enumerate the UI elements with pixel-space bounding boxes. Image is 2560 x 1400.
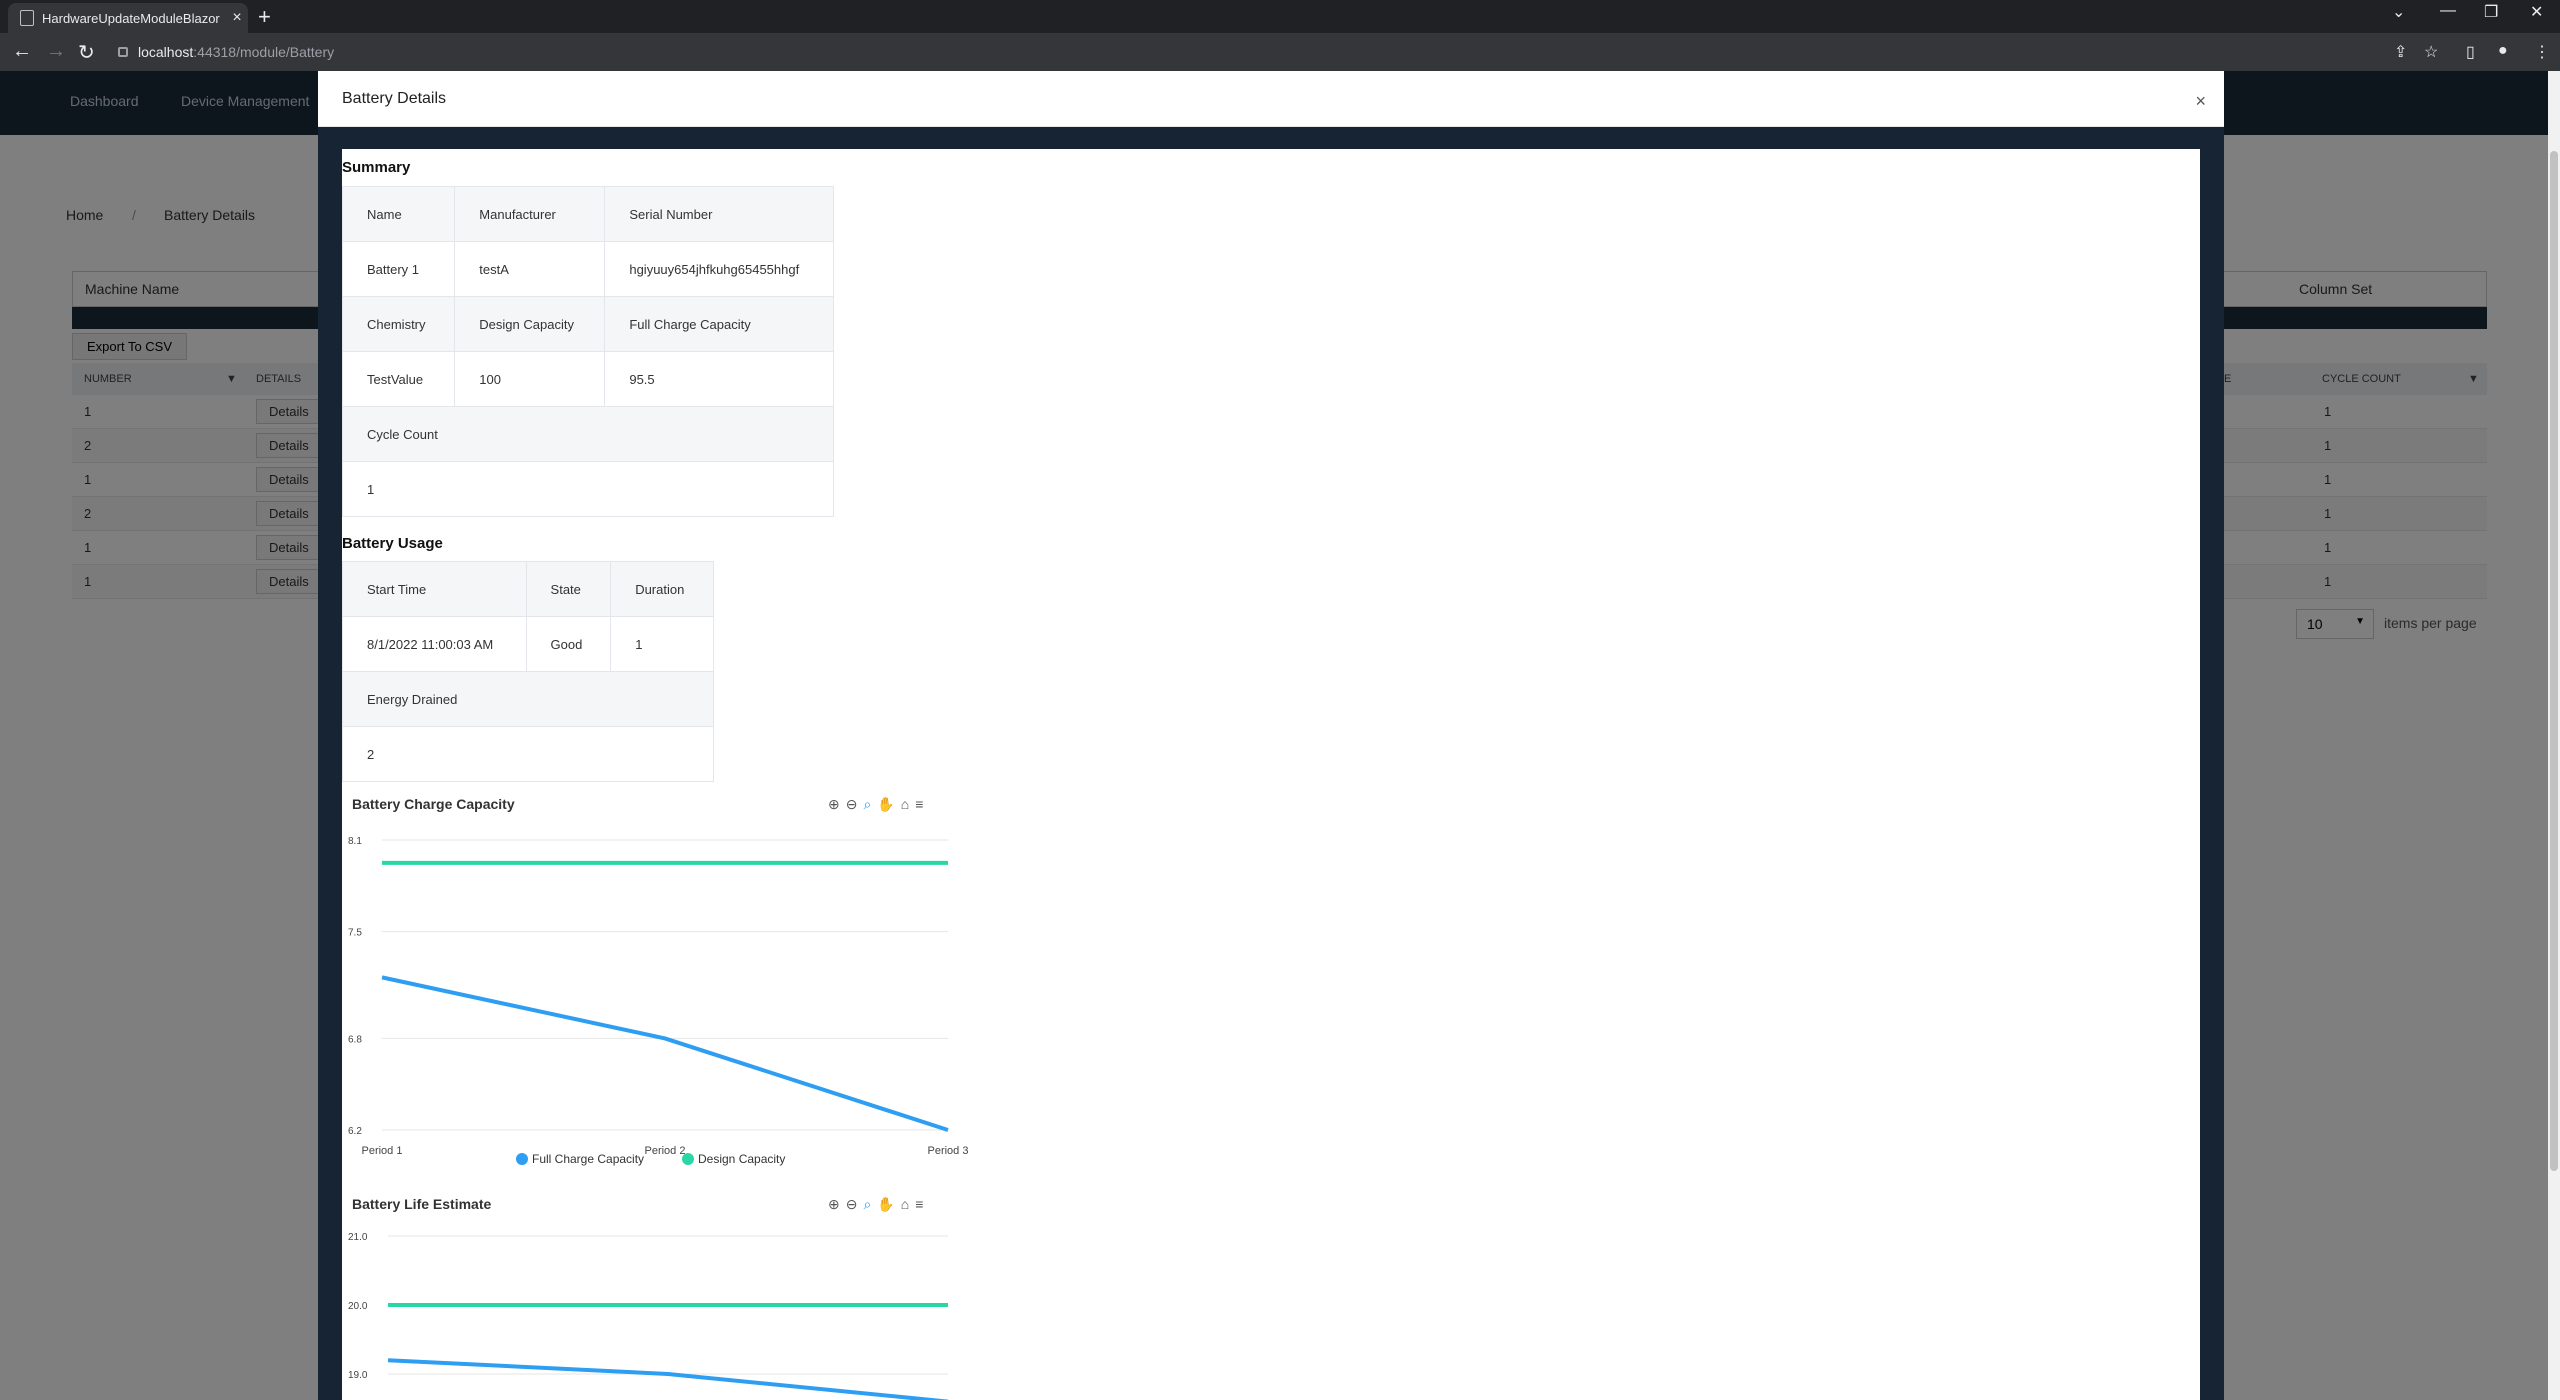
browser-toolbar: ← → ↻ localhost:44318/module/Battery ⇪ ☆… bbox=[0, 33, 2560, 71]
summary-manufacturer-header: Manufacturer bbox=[454, 186, 606, 242]
modal-body: Summary Name Manufacturer Serial Number … bbox=[341, 149, 2200, 1400]
chart-toolbar: ⊕⊖⌕✋⌂≡ bbox=[828, 796, 929, 813]
menu-icon[interactable]: ≡ bbox=[915, 796, 929, 812]
pan-hand-icon[interactable]: ✋ bbox=[877, 1196, 900, 1212]
sidebar-icon[interactable]: ▯ bbox=[2466, 42, 2475, 62]
zoom-select-icon[interactable]: ⌕ bbox=[863, 796, 877, 812]
charge-capacity-chart: Battery Charge Capacity ⊕⊖⌕✋⌂≡ 8.1 7.5 6.8… bbox=[342, 796, 982, 1176]
browser-tabstrip: HardwareUpdateModuleBlazor × + ⌄ — ❐ ✕ bbox=[0, 0, 2560, 33]
series-line bbox=[387, 1358, 949, 1400]
x-tick-label: Period 2 bbox=[645, 1145, 686, 1157]
summary-chemistry-value: TestValue bbox=[341, 351, 456, 407]
share-icon[interactable]: ⇪ bbox=[2394, 42, 2407, 62]
y-tick-label: 7.5 bbox=[348, 928, 362, 939]
x-tick-label: Period 3 bbox=[928, 1145, 969, 1157]
usage-duration-value: 1 bbox=[610, 616, 714, 672]
new-tab-icon[interactable]: + bbox=[258, 4, 271, 30]
browser-tab[interactable]: HardwareUpdateModuleBlazor × bbox=[8, 3, 248, 33]
window-close-icon[interactable]: ✕ bbox=[2530, 2, 2543, 22]
summary-cycle-header: Cycle Count bbox=[342, 406, 834, 462]
zoom-out-icon[interactable]: ⊖ bbox=[846, 796, 864, 812]
usage-duration-header: Duration bbox=[610, 561, 714, 617]
legend-label: Full Charge Capacity bbox=[532, 1152, 644, 1166]
summary-design-header: Design Capacity bbox=[454, 296, 606, 352]
y-tick-label: 6.2 bbox=[348, 1126, 362, 1137]
summary-serial-value: hgiyuuy654jhfkuhg65455hhgf bbox=[604, 241, 834, 297]
bookmark-star-icon[interactable]: ☆ bbox=[2424, 42, 2438, 62]
restore-icon[interactable]: ❐ bbox=[2484, 2, 2498, 22]
minimize-icon[interactable]: — bbox=[2440, 2, 2456, 20]
y-tick-label: 19.0 bbox=[348, 1370, 368, 1381]
reload-icon[interactable]: ↻ bbox=[78, 40, 95, 65]
modal-header: Battery Details × bbox=[318, 71, 2224, 127]
summary-name-value: Battery 1 bbox=[341, 241, 456, 297]
x-tick-label: Period 1 bbox=[362, 1145, 403, 1157]
address-bar[interactable]: localhost:44318/module/Battery bbox=[112, 38, 2392, 66]
page-scrollbar[interactable] bbox=[2548, 71, 2560, 1400]
tab-search-icon[interactable]: ⌄ bbox=[2392, 2, 2405, 22]
lock-icon bbox=[118, 47, 128, 57]
back-icon[interactable]: ← bbox=[12, 40, 32, 63]
y-tick-label: 8.1 bbox=[348, 836, 362, 847]
usage-start-header: Start Time bbox=[342, 561, 527, 617]
close-icon[interactable]: × bbox=[2195, 91, 2206, 112]
usage-table: Start Time State Duration 8/1/2022 11:00… bbox=[342, 561, 714, 782]
life-estimate-chart: Battery Life Estimate ⊕⊖⌕✋⌂≡ 21.0 20.0 19.… bbox=[342, 1196, 982, 1400]
summary-table: Name Manufacturer Serial Number Battery … bbox=[341, 186, 834, 517]
chart-title: Battery Life Estimate bbox=[352, 1196, 492, 1212]
summary-full-value: 95.5 bbox=[604, 351, 834, 407]
usage-energy-value: 2 bbox=[342, 726, 714, 782]
summary-serial-header: Serial Number bbox=[604, 186, 834, 242]
y-tick-label: 6.8 bbox=[348, 1034, 362, 1045]
tab-close-icon[interactable]: × bbox=[226, 9, 248, 27]
tab-title: HardwareUpdateModuleBlazor bbox=[42, 10, 220, 26]
scrollbar-thumb[interactable] bbox=[2550, 151, 2558, 1171]
home-icon[interactable]: ⌂ bbox=[901, 796, 915, 812]
usage-heading: Battery Usage bbox=[342, 535, 443, 552]
usage-start-value: 8/1/2022 11:00:03 AM bbox=[342, 616, 527, 672]
legend-label: Design Capacity bbox=[698, 1152, 785, 1166]
url-host: localhost bbox=[138, 44, 194, 60]
pan-hand-icon[interactable]: ✋ bbox=[877, 796, 900, 812]
summary-name-header: Name bbox=[341, 186, 456, 242]
menu-kebab-icon[interactable]: ⋮ bbox=[2534, 42, 2550, 62]
url-path: :44318/module/Battery bbox=[193, 44, 335, 60]
chart-title: Battery Charge Capacity bbox=[352, 796, 515, 812]
profile-icon[interactable]: ● bbox=[2498, 42, 2508, 60]
battery-details-modal: Battery Details × Summary Name Manufactu… bbox=[318, 71, 2224, 1400]
forward-icon[interactable]: → bbox=[46, 40, 66, 63]
summary-heading: Summary bbox=[342, 159, 411, 176]
summary-design-value: 100 bbox=[454, 351, 606, 407]
chart-svg: 21.0 20.0 19.0 bbox=[348, 1232, 949, 1400]
summary-manufacturer-value: testA bbox=[454, 241, 606, 297]
zoom-in-icon[interactable]: ⊕ bbox=[828, 1196, 846, 1212]
chart-svg: 8.1 7.5 6.8 6.2Period 1 Period 2 Period 3 Full… bbox=[348, 836, 969, 1166]
zoom-out-icon[interactable]: ⊖ bbox=[846, 1196, 864, 1212]
usage-state-value: Good bbox=[525, 616, 612, 672]
home-icon[interactable]: ⌂ bbox=[901, 1196, 915, 1212]
chart-toolbar: ⊕⊖⌕✋⌂≡ bbox=[828, 1196, 929, 1213]
y-tick-label: 20.0 bbox=[348, 1301, 368, 1312]
modal-title: Battery Details bbox=[342, 90, 447, 107]
zoom-select-icon[interactable]: ⌕ bbox=[863, 1196, 877, 1212]
menu-icon[interactable]: ≡ bbox=[915, 1196, 929, 1212]
zoom-in-icon[interactable]: ⊕ bbox=[828, 796, 846, 812]
page-icon bbox=[20, 10, 34, 26]
series-line bbox=[381, 975, 949, 1132]
legend-marker bbox=[682, 1153, 694, 1165]
summary-chemistry-header: Chemistry bbox=[341, 296, 456, 352]
y-tick-label: 21.0 bbox=[348, 1232, 368, 1243]
legend-marker bbox=[516, 1153, 528, 1165]
summary-cycle-value: 1 bbox=[342, 461, 834, 517]
summary-full-header: Full Charge Capacity bbox=[604, 296, 834, 352]
usage-state-header: State bbox=[525, 561, 612, 617]
usage-energy-header: Energy Drained bbox=[342, 671, 714, 727]
